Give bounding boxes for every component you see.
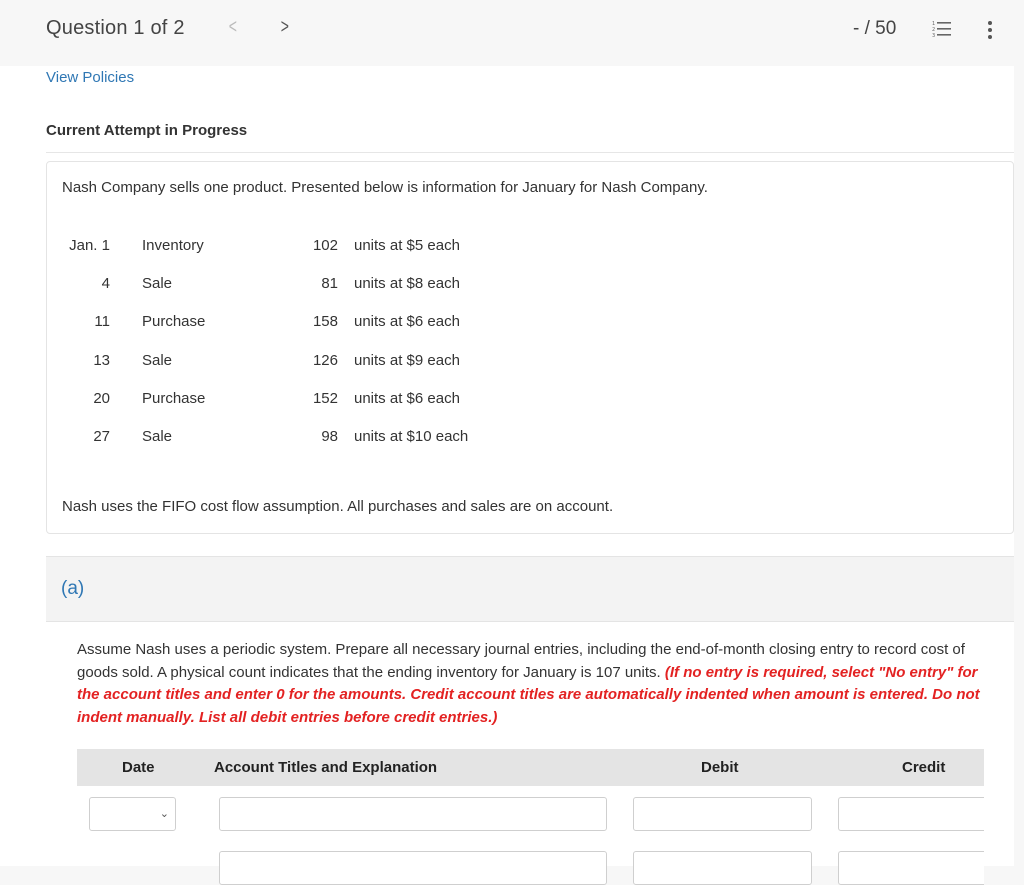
divider — [46, 152, 1014, 153]
tx-units: 81 — [321, 274, 338, 292]
column-header-date: Date — [122, 759, 155, 776]
tx-type: Sale — [142, 274, 173, 292]
tx-desc: units at $8 each — [354, 274, 460, 292]
tx-date: 20 — [93, 389, 110, 407]
part-a-instructions: Assume Nash uses a periodic system. Prep… — [77, 639, 987, 729]
tx-date: 13 — [93, 351, 110, 369]
question-header: Question 1 of 2 < > - / 50 1 2 3 — [0, 0, 1024, 66]
debit-input[interactable] — [633, 851, 812, 885]
tx-type: Sale — [142, 351, 173, 369]
journal-table-header: Date Account Titles and Explanation Debi… — [77, 749, 984, 786]
debit-input[interactable] — [633, 797, 812, 831]
attempt-status: Current Attempt in Progress — [46, 122, 248, 139]
more-vertical-icon[interactable] — [986, 20, 994, 40]
table-row: Jan. 1 Inventory 102 units at $5 each — [62, 226, 468, 264]
tx-units: 102 — [312, 236, 338, 254]
column-header-account: Account Titles and Explanation — [214, 759, 438, 776]
tx-units: 158 — [312, 313, 338, 331]
tx-units: 152 — [312, 389, 338, 407]
chevron-left-icon[interactable]: < — [229, 16, 237, 39]
tx-date: Jan. 1 — [69, 236, 110, 254]
problem-statement: Nash Company sells one product. Presente… — [46, 161, 1014, 534]
credit-input[interactable] — [838, 851, 984, 885]
tx-date: 11 — [94, 313, 110, 331]
tx-desc: units at $10 each — [354, 428, 469, 446]
cost-flow-assumption: Nash uses the FIFO cost flow assumption.… — [62, 498, 614, 515]
account-title-input[interactable] — [219, 797, 607, 831]
question-counter: Question 1 of 2 — [46, 17, 185, 39]
table-row: 20 Purchase 152 units at $6 each — [62, 379, 468, 417]
tx-type: Purchase — [142, 389, 206, 407]
tx-desc: units at $6 each — [354, 313, 460, 331]
column-header-credit: Credit — [902, 759, 946, 776]
account-title-input[interactable] — [219, 851, 607, 885]
view-policies-link[interactable]: View Policies — [46, 69, 134, 86]
column-header-debit: Debit — [701, 759, 739, 776]
part-a-header: (a) — [46, 556, 1014, 622]
table-row: 11 Purchase 158 units at $6 each — [62, 303, 468, 341]
credit-input[interactable] — [838, 797, 984, 831]
chevron-down-icon: ⌄ — [159, 808, 169, 820]
transactions-table: Jan. 1 Inventory 102 units at $5 each 4 … — [62, 226, 468, 456]
part-label: (a) — [61, 578, 85, 599]
tx-desc: units at $5 each — [354, 236, 460, 254]
tx-type: Inventory — [142, 236, 204, 254]
score-display: - / 50 — [853, 18, 897, 39]
chevron-right-icon[interactable]: > — [281, 16, 289, 39]
tx-desc: units at $9 each — [354, 351, 460, 369]
tx-date: 27 — [93, 428, 110, 446]
tx-type: Sale — [142, 428, 173, 446]
tx-type: Purchase — [142, 313, 206, 331]
table-row: 27 Sale 98 units at $10 each — [62, 417, 468, 455]
problem-intro: Nash Company sells one product. Presente… — [62, 179, 708, 196]
numbered-list-icon[interactable]: 1 2 3 — [932, 20, 952, 38]
question-page: View Policies Current Attempt in Progres… — [0, 66, 1014, 885]
date-select[interactable]: ⌄ — [89, 797, 176, 831]
tx-desc: units at $6 each — [354, 389, 460, 407]
svg-text:3: 3 — [932, 33, 935, 38]
table-row: 13 Sale 126 units at $9 each — [62, 341, 468, 379]
tx-units: 126 — [312, 351, 338, 369]
table-row: 4 Sale 81 units at $8 each — [62, 264, 468, 302]
tx-date: 4 — [101, 274, 110, 292]
tx-units: 98 — [321, 428, 338, 446]
